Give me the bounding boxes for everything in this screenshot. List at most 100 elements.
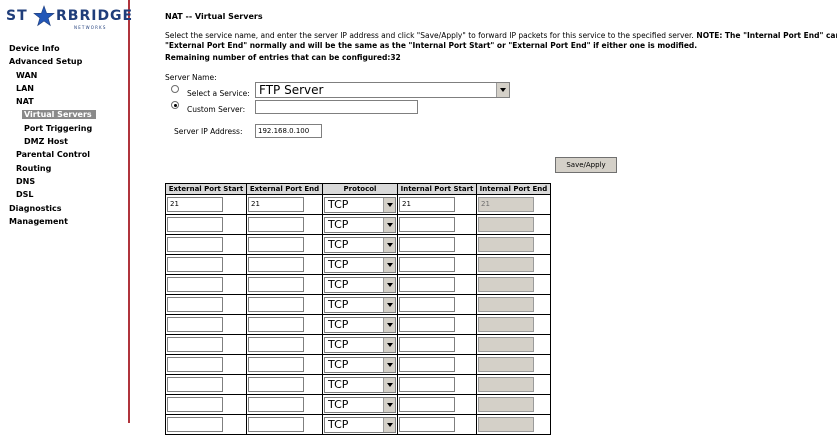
protocol-select[interactable]: TCP (324, 416, 396, 433)
custom-server-radio[interactable] (171, 101, 179, 109)
cell-external-port-end (246, 354, 323, 375)
sidebar-item[interactable]: Management (0, 215, 128, 228)
service-select[interactable]: FTP Server (255, 82, 510, 98)
external-port-start-input[interactable] (167, 237, 223, 252)
protocol-select[interactable]: TCP (324, 356, 396, 373)
cell-protocol: TCP (322, 334, 398, 355)
cell-external-port-end: 21 (246, 194, 323, 215)
sidebar-item[interactable]: Diagnostics (0, 202, 128, 215)
internal-port-end-input (478, 397, 534, 412)
external-port-end-input[interactable] (248, 297, 304, 312)
table-row: 21 21 TCP 21 21 (165, 194, 551, 215)
chevron-down-icon[interactable] (383, 277, 395, 292)
protocol-select[interactable]: TCP (324, 296, 396, 313)
protocol-select[interactable]: TCP (324, 216, 396, 233)
custom-server-input[interactable] (255, 100, 418, 114)
internal-port-start-input[interactable] (399, 377, 455, 392)
chevron-down-icon[interactable] (383, 337, 395, 352)
protocol-select[interactable]: TCP (324, 276, 396, 293)
cell-protocol: TCP (322, 214, 398, 235)
sidebar-item[interactable]: NAT (0, 95, 128, 108)
cell-internal-port-end (476, 334, 551, 355)
internal-port-start-input[interactable] (399, 257, 455, 272)
internal-port-start-input[interactable] (399, 237, 455, 252)
internal-port-start-input[interactable] (399, 297, 455, 312)
internal-port-start-input[interactable] (399, 397, 455, 412)
cell-protocol: TCP (322, 194, 398, 215)
external-port-end-input[interactable] (248, 257, 304, 272)
chevron-down-icon[interactable] (383, 297, 395, 312)
external-port-start-input[interactable] (167, 317, 223, 332)
external-port-end-input[interactable] (248, 217, 304, 232)
chevron-down-icon[interactable] (383, 217, 395, 232)
external-port-end-input[interactable] (248, 397, 304, 412)
sidebar-item[interactable]: Routing (0, 162, 128, 175)
cell-external-port-start (165, 234, 247, 255)
external-port-end-input[interactable] (248, 277, 304, 292)
external-port-end-input[interactable] (248, 357, 304, 372)
chevron-down-icon[interactable] (383, 237, 395, 252)
chevron-down-icon[interactable] (383, 357, 395, 372)
chevron-down-icon[interactable] (383, 197, 395, 212)
protocol-select[interactable]: TCP (324, 196, 396, 213)
sidebar-item[interactable]: Port Triggering (0, 122, 128, 135)
sidebar-item[interactable]: DMZ Host (0, 135, 128, 148)
protocol-select[interactable]: TCP (324, 236, 396, 253)
cell-protocol: TCP (322, 414, 398, 435)
chevron-down-icon[interactable] (383, 377, 395, 392)
internal-port-start-input[interactable] (399, 337, 455, 352)
internal-port-start-input[interactable] (399, 217, 455, 232)
server-ip-input[interactable]: 192.168.0.100 (255, 124, 322, 138)
chevron-down-icon[interactable] (383, 257, 395, 272)
external-port-end-input[interactable] (248, 237, 304, 252)
internal-port-start-input[interactable]: 21 (399, 197, 455, 212)
cell-external-port-start: 21 (165, 194, 247, 215)
chevron-down-icon[interactable] (383, 397, 395, 412)
external-port-start-input[interactable] (167, 297, 223, 312)
external-port-start-input[interactable]: 21 (167, 197, 223, 212)
external-port-start-input[interactable] (167, 377, 223, 392)
external-port-start-input[interactable] (167, 337, 223, 352)
internal-port-start-input[interactable] (399, 277, 455, 292)
sidebar-item[interactable]: DSL (0, 188, 128, 201)
chevron-down-icon[interactable] (383, 317, 395, 332)
chevron-down-icon[interactable] (383, 417, 395, 432)
external-port-end-input[interactable]: 21 (248, 197, 304, 212)
sidebar-item[interactable]: DNS (0, 175, 128, 188)
sidebar-item[interactable]: Advanced Setup (0, 55, 128, 68)
remaining-entries: Remaining number of entries that can be … (165, 53, 401, 62)
protocol-select[interactable]: TCP (324, 396, 396, 413)
protocol-value: TCP (328, 297, 349, 311)
external-port-end-input[interactable] (248, 377, 304, 392)
external-port-start-input[interactable] (167, 417, 223, 432)
cell-internal-port-start (397, 254, 477, 275)
protocol-select[interactable]: TCP (324, 256, 396, 273)
external-port-start-input[interactable] (167, 357, 223, 372)
external-port-start-input[interactable] (167, 217, 223, 232)
internal-port-start-input[interactable] (399, 357, 455, 372)
external-port-end-input[interactable] (248, 337, 304, 352)
select-service-radio[interactable] (171, 85, 179, 93)
protocol-select[interactable]: TCP (324, 336, 396, 353)
sidebar-item[interactable]: Device Info (0, 42, 128, 55)
external-port-end-input[interactable] (248, 317, 304, 332)
sidebar-item[interactable]: WAN (0, 69, 128, 82)
external-port-end-input[interactable] (248, 417, 304, 432)
external-port-start-input[interactable] (167, 257, 223, 272)
cell-external-port-start (165, 414, 247, 435)
cell-internal-port-start (397, 314, 477, 335)
sidebar-item[interactable]: Parental Control (0, 148, 128, 161)
protocol-select[interactable]: TCP (324, 316, 396, 333)
chevron-down-icon[interactable] (496, 83, 509, 97)
sidebar-item[interactable]: Virtual Servers (0, 108, 128, 121)
cell-internal-port-start (397, 394, 477, 415)
internal-port-start-input[interactable] (399, 317, 455, 332)
internal-port-start-input[interactable] (399, 417, 455, 432)
external-port-start-input[interactable] (167, 397, 223, 412)
sidebar-item-label: Virtual Servers (22, 110, 96, 120)
protocol-select[interactable]: TCP (324, 376, 396, 393)
save-apply-button[interactable]: Save/Apply (555, 157, 617, 173)
external-port-start-input[interactable] (167, 277, 223, 292)
sidebar-item[interactable]: LAN (0, 82, 128, 95)
header-external-port-start: External Port Start (165, 183, 247, 195)
